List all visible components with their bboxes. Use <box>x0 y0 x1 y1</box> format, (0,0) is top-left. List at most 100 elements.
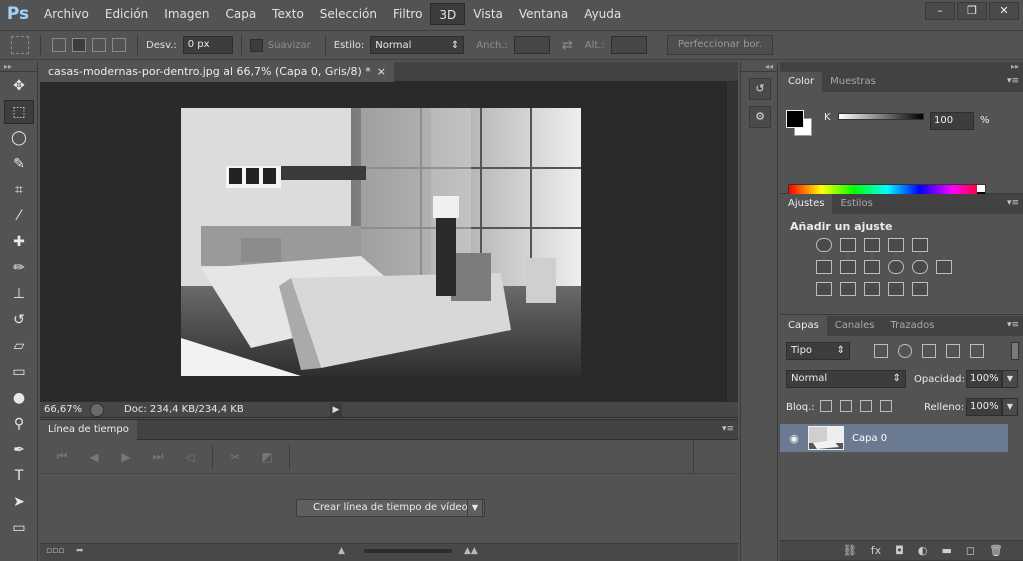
adjustment-layer-icon[interactable]: ◐ <box>918 544 928 557</box>
hue-saturation-icon[interactable] <box>816 260 832 274</box>
exposure-icon[interactable] <box>888 238 904 252</box>
marquee-icon[interactable]: ⬚ <box>4 100 34 124</box>
mask-icon[interactable]: ◘ <box>895 544 904 557</box>
rectangle-icon[interactable]: ▭ <box>4 516 34 540</box>
smart-object-filter-icon[interactable] <box>970 344 984 358</box>
collapse-arrows-icon[interactable]: ▸▸ <box>0 62 37 72</box>
blend-mode-select[interactable]: Normal ⇕ <box>786 370 906 388</box>
create-video-timeline-button[interactable]: Crear línea de tiempo de vídeo <box>296 499 485 517</box>
color-lookup-icon[interactable] <box>936 260 952 274</box>
eyedropper-icon[interactable]: ⁄ <box>4 204 34 228</box>
menu-texto[interactable]: Texto <box>264 3 312 25</box>
fill-input[interactable]: 100% <box>966 398 1002 416</box>
layer-row[interactable]: ◉ Capa 0 <box>780 424 1008 452</box>
trash-icon[interactable]: 🗑 <box>989 544 1003 557</box>
adjustment-filter-icon[interactable] <box>898 344 912 358</box>
photo-filter-icon[interactable] <box>888 260 904 274</box>
menu-3d[interactable]: 3D <box>430 3 466 25</box>
timeline-zoom-slider[interactable] <box>364 549 452 553</box>
eraser-icon[interactable]: ▱ <box>4 334 34 358</box>
width-input[interactable] <box>513 36 550 54</box>
threshold-icon[interactable] <box>864 282 880 296</box>
panel-menu-icon[interactable]: ▾≡ <box>1007 76 1019 86</box>
folder-icon[interactable]: ▬ <box>941 544 951 557</box>
canvas[interactable] <box>40 82 726 402</box>
menu-edicion[interactable]: Edición <box>97 3 156 25</box>
posterize-icon[interactable] <box>840 282 856 296</box>
menu-ayuda[interactable]: Ayuda <box>576 3 629 25</box>
minimize-button[interactable]: – <box>925 2 955 20</box>
channel-mixer-icon[interactable] <box>912 260 928 274</box>
visibility-eye-icon[interactable]: ◉ <box>780 432 808 445</box>
expand-arrows-icon[interactable]: ◂◂ <box>741 62 777 72</box>
menu-vista[interactable]: Vista <box>465 3 511 25</box>
tab-capas[interactable]: Capas <box>780 316 827 336</box>
tab-color[interactable]: Color <box>780 72 823 92</box>
selective-color-icon[interactable] <box>888 282 904 296</box>
fill-dropdown-icon[interactable]: ▼ <box>1002 398 1018 416</box>
zoom-out-icon[interactable]: ▲ <box>338 546 345 556</box>
type-filter-icon[interactable] <box>922 344 936 358</box>
history-brush-icon[interactable]: ↺ <box>4 308 34 332</box>
panel-menu-icon[interactable]: ▾≡ <box>1007 320 1019 330</box>
intersect-selection-icon[interactable] <box>112 38 126 52</box>
close-button[interactable]: ✕ <box>989 2 1019 20</box>
k-channel-slider[interactable] <box>838 113 924 120</box>
document-tab[interactable]: casas-modernas-por-dentro.jpg al 66,7% (… <box>40 62 394 82</box>
brush-icon[interactable]: ✏ <box>4 256 34 280</box>
color-balance-icon[interactable] <box>840 260 856 274</box>
lasso-icon[interactable]: ◯ <box>4 126 34 150</box>
menu-imagen[interactable]: Imagen <box>156 3 217 25</box>
panel-menu-icon[interactable]: ▾≡ <box>722 424 734 434</box>
layer-filter-select[interactable]: Tipo ⇕ <box>786 342 850 360</box>
timeline-tab[interactable]: Línea de tiempo <box>40 420 137 440</box>
path-select-icon[interactable]: ➤ <box>4 490 34 514</box>
feather-input[interactable]: 0 px <box>182 36 233 54</box>
brightness-icon[interactable] <box>816 238 832 252</box>
opacity-dropdown-icon[interactable]: ▼ <box>1002 370 1018 388</box>
zoom-level[interactable]: 66,67% <box>40 404 90 415</box>
healing-icon[interactable]: ✚ <box>4 230 34 254</box>
type-icon[interactable]: T <box>4 464 34 488</box>
play-icon[interactable]: ▶ <box>110 450 142 464</box>
antialias-checkbox[interactable] <box>249 38 263 52</box>
shape-filter-icon[interactable] <box>946 344 960 358</box>
crop-icon[interactable]: ⌗ <box>4 178 34 202</box>
tab-canales[interactable]: Canales <box>827 316 883 336</box>
pen-icon[interactable]: ✒ <box>4 438 34 462</box>
k-channel-input[interactable]: 100 <box>930 112 974 130</box>
zoom-in-icon[interactable]: ▲▲ <box>464 546 478 556</box>
render-arrow-icon[interactable]: ➦ <box>76 546 84 556</box>
blur-icon[interactable]: ● <box>4 386 34 410</box>
restore-button[interactable]: ❐ <box>957 2 987 20</box>
dropdown-arrow-icon[interactable]: ▼ <box>467 499 483 517</box>
prev-frame-icon[interactable]: ◀ <box>78 450 110 464</box>
move-icon[interactable]: ✥ <box>4 74 34 98</box>
curves-icon[interactable] <box>864 238 880 252</box>
new-selection-icon[interactable] <box>52 38 66 52</box>
menu-archivo[interactable]: Archivo <box>36 3 97 25</box>
lock-pixels-icon[interactable] <box>840 400 852 412</box>
history-panel-icon[interactable]: ↺ <box>749 78 771 100</box>
pixel-filter-icon[interactable] <box>874 344 888 358</box>
lock-all-icon[interactable] <box>880 400 892 412</box>
menu-capa[interactable]: Capa <box>217 3 264 25</box>
status-menu-arrow-icon[interactable]: ▶ <box>330 402 342 417</box>
menu-filtro[interactable]: Filtro <box>385 3 430 25</box>
tab-muestras[interactable]: Muestras <box>822 72 884 92</box>
filter-toggle[interactable] <box>1011 342 1019 360</box>
first-frame-icon[interactable]: ⏮ <box>46 449 78 464</box>
tab-trazados[interactable]: Trazados <box>883 316 943 336</box>
vibrance-icon[interactable] <box>912 238 928 252</box>
new-layer-icon[interactable]: ◻ <box>966 544 975 557</box>
vertical-scrollbar[interactable] <box>726 82 738 402</box>
tab-ajustes[interactable]: Ajustes <box>780 194 833 214</box>
close-tab-icon[interactable]: × <box>377 62 386 82</box>
swap-arrows-icon[interactable]: ⇄ <box>562 38 573 53</box>
next-frame-icon[interactable]: ⏭ <box>142 449 174 464</box>
height-input[interactable] <box>610 36 647 54</box>
transition-icon[interactable]: ◩ <box>251 450 283 464</box>
foreground-color-swatch[interactable] <box>786 110 804 128</box>
menu-seleccion[interactable]: Selección <box>312 3 385 25</box>
style-select[interactable]: Normal ⇕ <box>370 36 465 54</box>
